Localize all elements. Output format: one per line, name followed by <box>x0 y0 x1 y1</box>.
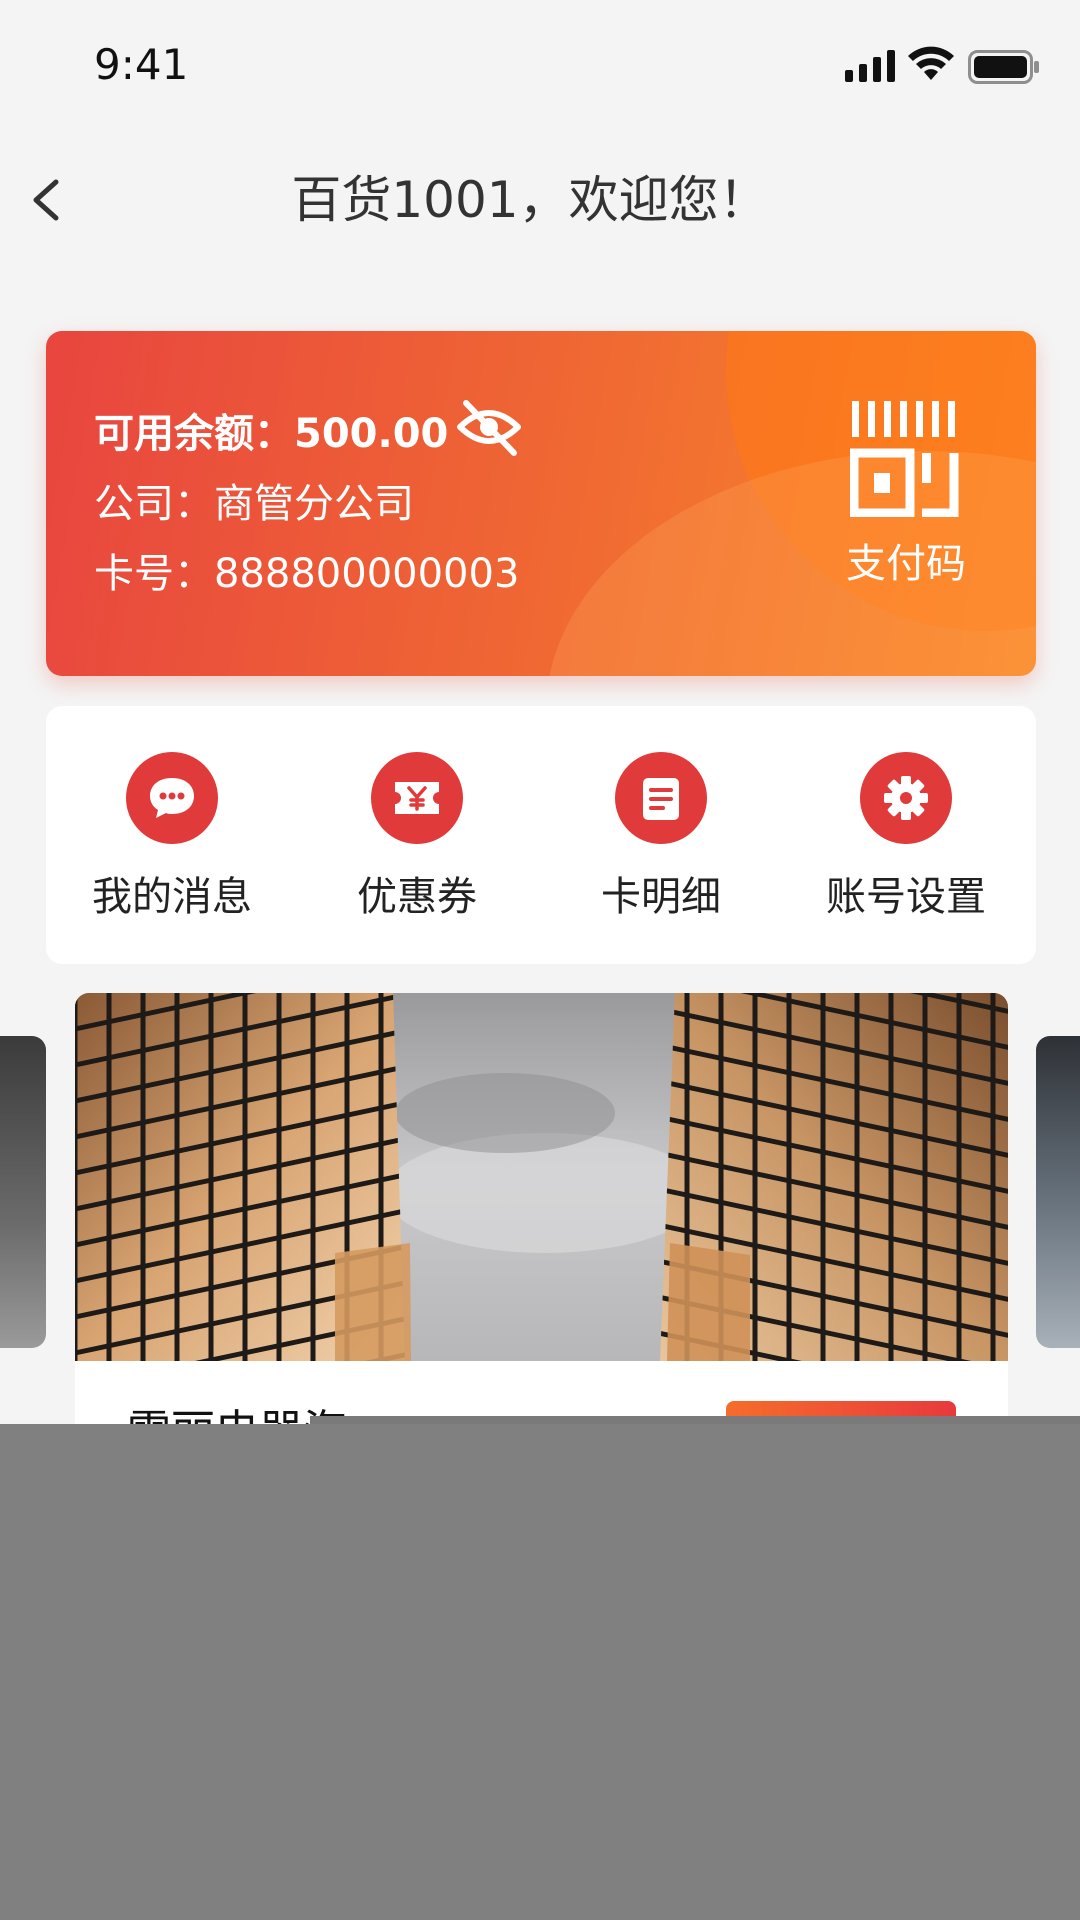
card-number-text: 卡号：888800000003 <box>94 551 520 597</box>
carousel-next-card[interactable] <box>1036 1036 1080 1348</box>
message-icon <box>150 778 194 818</box>
status-time: 9:41 <box>94 40 189 89</box>
card-details-button[interactable]: 卡明细 <box>561 752 761 922</box>
screen: 9:41 百货1001，欢迎您！ 可用余额：500.00 公司：商管分公司 卡号… <box>0 0 1080 1920</box>
coupon-icon <box>395 782 439 814</box>
carousel-prev-card[interactable] <box>0 1036 46 1348</box>
settings-icon <box>884 776 928 820</box>
page-title: 百货1001，欢迎您！ <box>291 171 769 229</box>
pay-code-button[interactable]: 支付码 <box>836 401 976 611</box>
signal-icon <box>845 50 895 82</box>
company-text: 公司：商管分公司 <box>94 481 414 527</box>
pay-code-label: 支付码 <box>846 541 966 587</box>
status-bar: 9:41 <box>0 0 1080 130</box>
account-settings-button[interactable]: 账号设置 <box>806 752 1006 922</box>
action-label: 账号设置 <box>826 874 986 920</box>
action-icon-circle <box>126 752 218 844</box>
modal-overlay[interactable] <box>0 1424 1080 1920</box>
eye-off-icon[interactable] <box>456 397 522 457</box>
quick-actions-panel: 我的消息 优惠券 卡明细 账号设置 <box>46 706 1036 964</box>
balance-text: 可用余额：500.00 <box>94 411 449 457</box>
coupons-button[interactable]: 优惠券 <box>317 752 517 922</box>
action-label: 卡明细 <box>601 874 721 920</box>
card-detail-icon <box>643 778 679 820</box>
pay-code-icon <box>850 401 959 517</box>
action-label: 我的消息 <box>92 874 252 920</box>
action-icon-circle <box>371 752 463 844</box>
action-label: 优惠券 <box>357 874 477 920</box>
my-messages-button[interactable]: 我的消息 <box>72 752 272 922</box>
battery-icon <box>968 50 1039 84</box>
promo-image <box>75 993 1008 1361</box>
action-icon-circle <box>860 752 952 844</box>
nav-bar: 百货1001，欢迎您！ <box>0 130 1080 285</box>
wifi-icon <box>908 46 954 80</box>
promo-card[interactable]: 雷丽电器海 <box>75 993 1008 1453</box>
action-icon-circle <box>615 752 707 844</box>
balance-card: 可用余额：500.00 公司：商管分公司 卡号：888800000003 支付码 <box>46 331 1036 676</box>
